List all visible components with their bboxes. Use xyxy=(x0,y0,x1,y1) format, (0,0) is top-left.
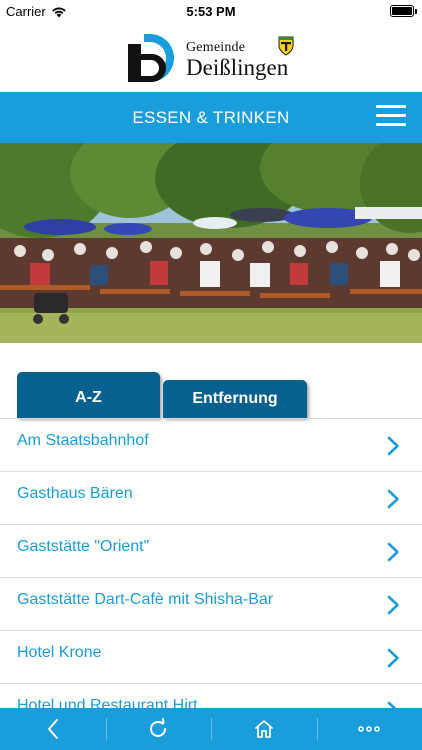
coat-of-arms-icon xyxy=(278,36,294,56)
municipality-logo-mark xyxy=(128,34,174,82)
logo-line-small: Gemeinde xyxy=(186,40,246,55)
list-item[interactable]: Gasthaus Bären xyxy=(0,472,422,525)
list-item-label: Hotel Krone xyxy=(17,644,102,661)
logo-header: Gemeinde Deißlingen xyxy=(0,22,422,92)
list-item[interactable]: Gaststätte Dart-Cafè mit Shisha-Bar xyxy=(0,578,422,631)
chevron-right-icon xyxy=(387,436,399,456)
list-item-label: Am Staatsbahnhof xyxy=(17,432,149,449)
home-button[interactable] xyxy=(211,708,317,750)
back-button[interactable] xyxy=(0,708,106,750)
list-item[interactable]: Gaststätte "Orient" xyxy=(0,525,422,578)
list-item[interactable]: Hotel und Restaurant Hirt xyxy=(0,684,422,708)
beer-garden-photo xyxy=(0,143,422,343)
list-item-label: Hotel und Restaurant Hirt xyxy=(17,697,198,708)
tab-entfernung[interactable]: Entfernung xyxy=(163,380,307,418)
title-bar: ESSEN & TRINKEN xyxy=(0,92,422,143)
refresh-button[interactable] xyxy=(105,708,212,750)
hamburger-menu-icon[interactable] xyxy=(376,105,408,129)
hero-image xyxy=(0,143,422,343)
list-item-label: Gasthaus Bären xyxy=(17,485,133,502)
more-icon xyxy=(358,726,380,732)
list-item[interactable]: Am Staatsbahnhof xyxy=(0,419,422,472)
chevron-right-icon xyxy=(387,542,399,562)
tab-a-z[interactable]: A-Z xyxy=(17,372,160,418)
restaurant-list: Am Staatsbahnhof Gasthaus Bären Gaststät… xyxy=(0,418,422,708)
more-button[interactable] xyxy=(316,708,422,750)
status-time: 5:53 PM xyxy=(186,4,236,19)
back-icon xyxy=(47,719,58,739)
chevron-right-icon xyxy=(387,701,397,708)
home-icon xyxy=(254,720,273,738)
bottom-toolbar xyxy=(0,708,422,750)
sort-tabs: A-Z Entfernung xyxy=(0,372,422,418)
page-title: ESSEN & TRINKEN xyxy=(132,108,290,127)
refresh-icon xyxy=(150,718,167,737)
municipality-name: Gemeinde Deißlingen xyxy=(186,40,288,79)
list-item[interactable]: Hotel Krone xyxy=(0,631,422,684)
chevron-right-icon xyxy=(387,648,399,668)
list-item-label: Gaststätte "Orient" xyxy=(17,538,150,555)
logo-line-big: Deißlingen xyxy=(186,55,289,80)
status-bar: Carrier 5:53 PM xyxy=(0,0,422,22)
list-item-label: Gaststätte Dart-Cafè mit Shisha-Bar xyxy=(17,591,274,608)
chevron-right-icon xyxy=(387,595,399,615)
chevron-right-icon xyxy=(387,489,399,509)
battery-icon xyxy=(390,5,417,17)
